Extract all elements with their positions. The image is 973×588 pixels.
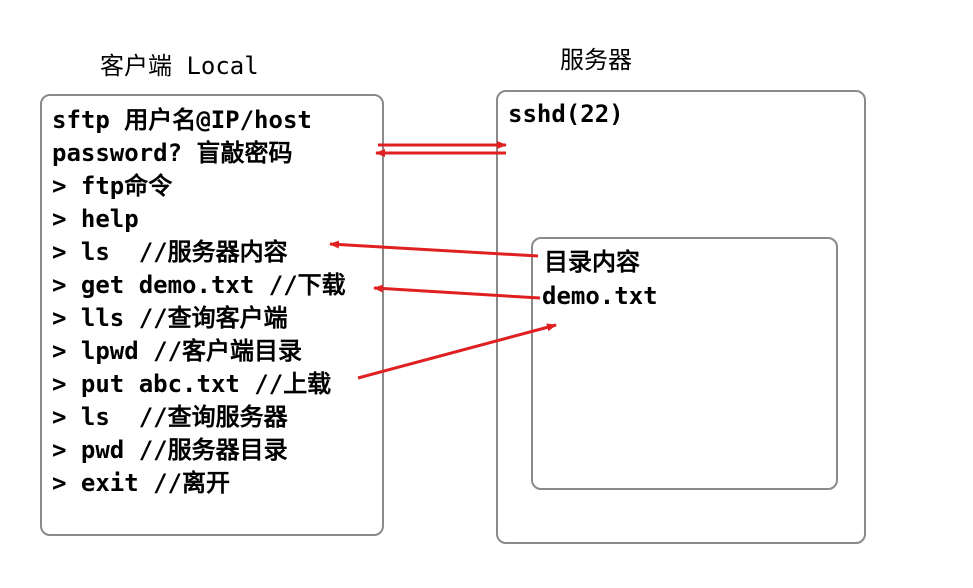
arrow-dir-to-ls — [329, 240, 539, 258]
arrow-demo-to-get — [373, 284, 541, 300]
arrow-put-to-server — [357, 323, 557, 380]
arrows-layer — [329, 141, 557, 380]
